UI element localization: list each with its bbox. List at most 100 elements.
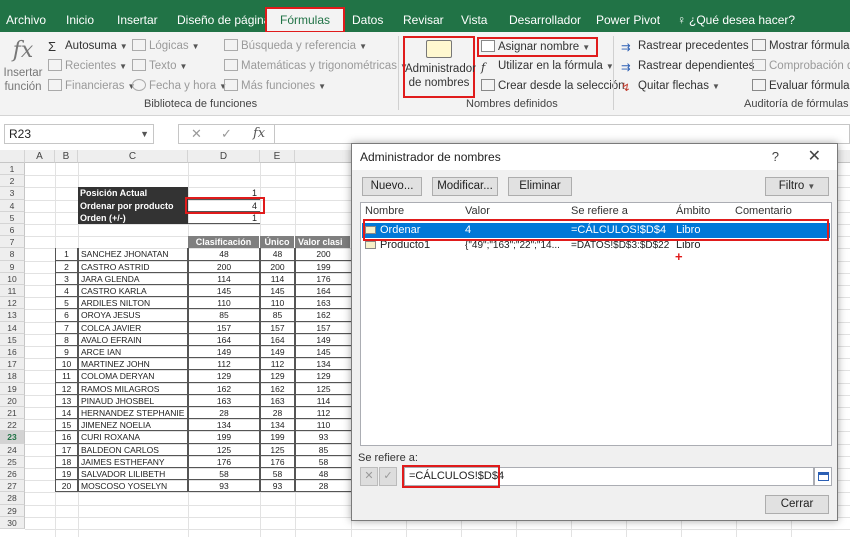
table-cell-rank[interactable]: 28	[188, 407, 260, 420]
use-in-formula-button[interactable]: f Utilizar en la fórmula ▼	[481, 57, 614, 75]
trace-dependents-button[interactable]: ⇉ Rastrear dependientes	[621, 57, 754, 75]
table-cell-name[interactable]: OROYA JESUS	[78, 309, 188, 322]
show-formulas-button[interactable]: Mostrar fórmulas	[752, 37, 850, 55]
table-cell-unique[interactable]: 114	[260, 272, 295, 285]
insert-function-button[interactable]: fx Insertar función	[2, 36, 44, 94]
delete-button[interactable]: Eliminar	[508, 177, 572, 196]
datetime-button[interactable]: Fecha y hora ▼	[132, 77, 227, 95]
row-header[interactable]: 1	[0, 163, 25, 176]
names-list[interactable]: Nombre Valor Se refiere a Ámbito Comenta…	[360, 202, 832, 446]
col-header-refers[interactable]: Se refiere a	[571, 205, 628, 217]
create-from-selection-button[interactable]: Crear desde la selección	[481, 77, 625, 95]
table-cell-unique[interactable]: 145	[260, 285, 295, 298]
table-cell-value[interactable]: 112	[295, 407, 351, 420]
logical-button[interactable]: Lógicas ▼	[132, 37, 200, 55]
table-cell-unique[interactable]: 125	[260, 443, 295, 456]
close-button[interactable]: Cerrar	[765, 495, 829, 514]
row-header[interactable]: 7	[0, 236, 25, 249]
define-name-button[interactable]: Asignar nombre ▼	[477, 37, 599, 57]
table-cell-unique[interactable]: 129	[260, 370, 295, 383]
collapse-dialog-button[interactable]	[814, 467, 832, 486]
table-cell-unique[interactable]: 176	[260, 455, 295, 468]
table-cell-n[interactable]: 20	[55, 480, 78, 493]
close-icon[interactable]: ✕	[808, 146, 821, 166]
table-cell-value[interactable]: 129	[295, 370, 351, 383]
table-cell-rank[interactable]: 114	[188, 272, 260, 285]
table-cell-rank[interactable]: 93	[188, 480, 260, 493]
more-functions-button[interactable]: Más funciones ▼	[224, 77, 326, 95]
table-cell-value[interactable]: 114	[295, 394, 351, 407]
table-cell-value[interactable]: 134	[295, 358, 351, 371]
table-cell-n[interactable]: 18	[55, 455, 78, 468]
table-cell-value[interactable]: 85	[295, 443, 351, 456]
financial-button[interactable]: Financieras ▼	[48, 77, 135, 95]
table-cell-rank[interactable]: 162	[188, 382, 260, 395]
row-header[interactable]: 4	[0, 199, 25, 212]
tab-power-pivot[interactable]: Power Pivot	[596, 8, 660, 32]
table-cell-value[interactable]: 200	[295, 248, 351, 261]
table-cell-value[interactable]: 176	[295, 272, 351, 285]
table-cell-n[interactable]: 11	[55, 370, 78, 383]
name-manager-button[interactable]: Administrador de nombres	[403, 36, 476, 98]
row-header[interactable]: 8	[0, 248, 25, 261]
tab-archivo[interactable]: Archivo	[6, 8, 46, 32]
table-cell-n[interactable]: 1	[55, 248, 78, 261]
tab-revisar[interactable]: Revisar	[403, 8, 444, 32]
table-cell-n[interactable]: 12	[55, 382, 78, 395]
col-header-comment[interactable]: Comentario	[735, 205, 792, 217]
table-cell-name[interactable]: JAIMES ESTHEFANY	[78, 455, 188, 468]
table-cell-rank[interactable]: 48	[188, 248, 260, 261]
table-cell-name[interactable]: HERNANDEZ STEPHANIE	[78, 407, 188, 420]
row-header[interactable]: 17	[0, 358, 25, 371]
row-header[interactable]: 11	[0, 285, 25, 298]
column-header-a[interactable]: A	[25, 150, 55, 163]
recent-button[interactable]: Recientes ▼	[48, 57, 127, 75]
row-header[interactable]: 13	[0, 309, 25, 322]
table-cell-value[interactable]: 149	[295, 333, 351, 346]
table-cell-name[interactable]: CASTRO ASTRID	[78, 260, 188, 273]
tab-diseno-pagina[interactable]: Diseño de página	[177, 8, 270, 32]
remove-arrows-button[interactable]: ↯ Quitar flechas ▼	[621, 77, 720, 95]
name-box[interactable]: R23 ▼	[4, 124, 154, 144]
col-header-value[interactable]: Valor	[465, 205, 490, 217]
error-checking-button[interactable]: Comprobación de e	[752, 57, 850, 75]
row-header[interactable]: 25	[0, 455, 25, 468]
table-cell-value[interactable]: 93	[295, 431, 351, 444]
table-cell-rank[interactable]: 125	[188, 443, 260, 456]
table-cell-unique[interactable]: 200	[260, 260, 295, 273]
table-cell-n[interactable]: 4	[55, 285, 78, 298]
table-cell-name[interactable]: BALDEON CARLOS	[78, 443, 188, 456]
table-cell-name[interactable]: COLOMA DERYAN	[78, 370, 188, 383]
row-header[interactable]: 20	[0, 394, 25, 407]
tab-vista[interactable]: Vista	[461, 8, 487, 32]
row-header[interactable]: 24	[0, 443, 25, 456]
table-cell-unique[interactable]: 112	[260, 358, 295, 371]
row-header[interactable]: 29	[0, 504, 25, 517]
row-header[interactable]: 28	[0, 492, 25, 505]
table-cell-rank[interactable]: 199	[188, 431, 260, 444]
table-cell-name[interactable]: CASTRO KARLA	[78, 285, 188, 298]
table-cell-value[interactable]: 163	[295, 297, 351, 310]
table-cell-rank[interactable]: 129	[188, 370, 260, 383]
row-header[interactable]: 23	[0, 431, 25, 444]
math-button[interactable]: Matemáticas y trigonométricas ▼	[224, 57, 408, 75]
table-cell-value[interactable]: 199	[295, 260, 351, 273]
row-header[interactable]: 5	[0, 211, 25, 224]
row-header[interactable]: 26	[0, 468, 25, 481]
text-button[interactable]: Texto ▼	[132, 57, 187, 75]
tell-me-search[interactable]: ♀ ¿Qué desea hacer?	[677, 8, 795, 32]
table-cell-n[interactable]: 2	[55, 260, 78, 273]
table-cell-unique[interactable]: 58	[260, 468, 295, 481]
chevron-down-icon[interactable]: ▼	[140, 125, 149, 143]
table-cell-n[interactable]: 10	[55, 358, 78, 371]
autosum-button[interactable]: Σ Autosuma ▼	[48, 37, 128, 55]
evaluate-formula-button[interactable]: Evaluar fórmula	[752, 77, 850, 95]
table-cell-name[interactable]: ARDILES NILTON	[78, 297, 188, 310]
cancel-icon[interactable]: ✕	[191, 126, 202, 142]
column-header-e[interactable]: E	[260, 150, 295, 163]
filter-button[interactable]: Filtro ▼	[765, 177, 829, 196]
tab-inicio[interactable]: Inicio	[66, 8, 94, 32]
table-cell-unique[interactable]: 110	[260, 297, 295, 310]
insert-function-icon[interactable]: fx	[253, 126, 265, 141]
table-cell-n[interactable]: 16	[55, 431, 78, 444]
